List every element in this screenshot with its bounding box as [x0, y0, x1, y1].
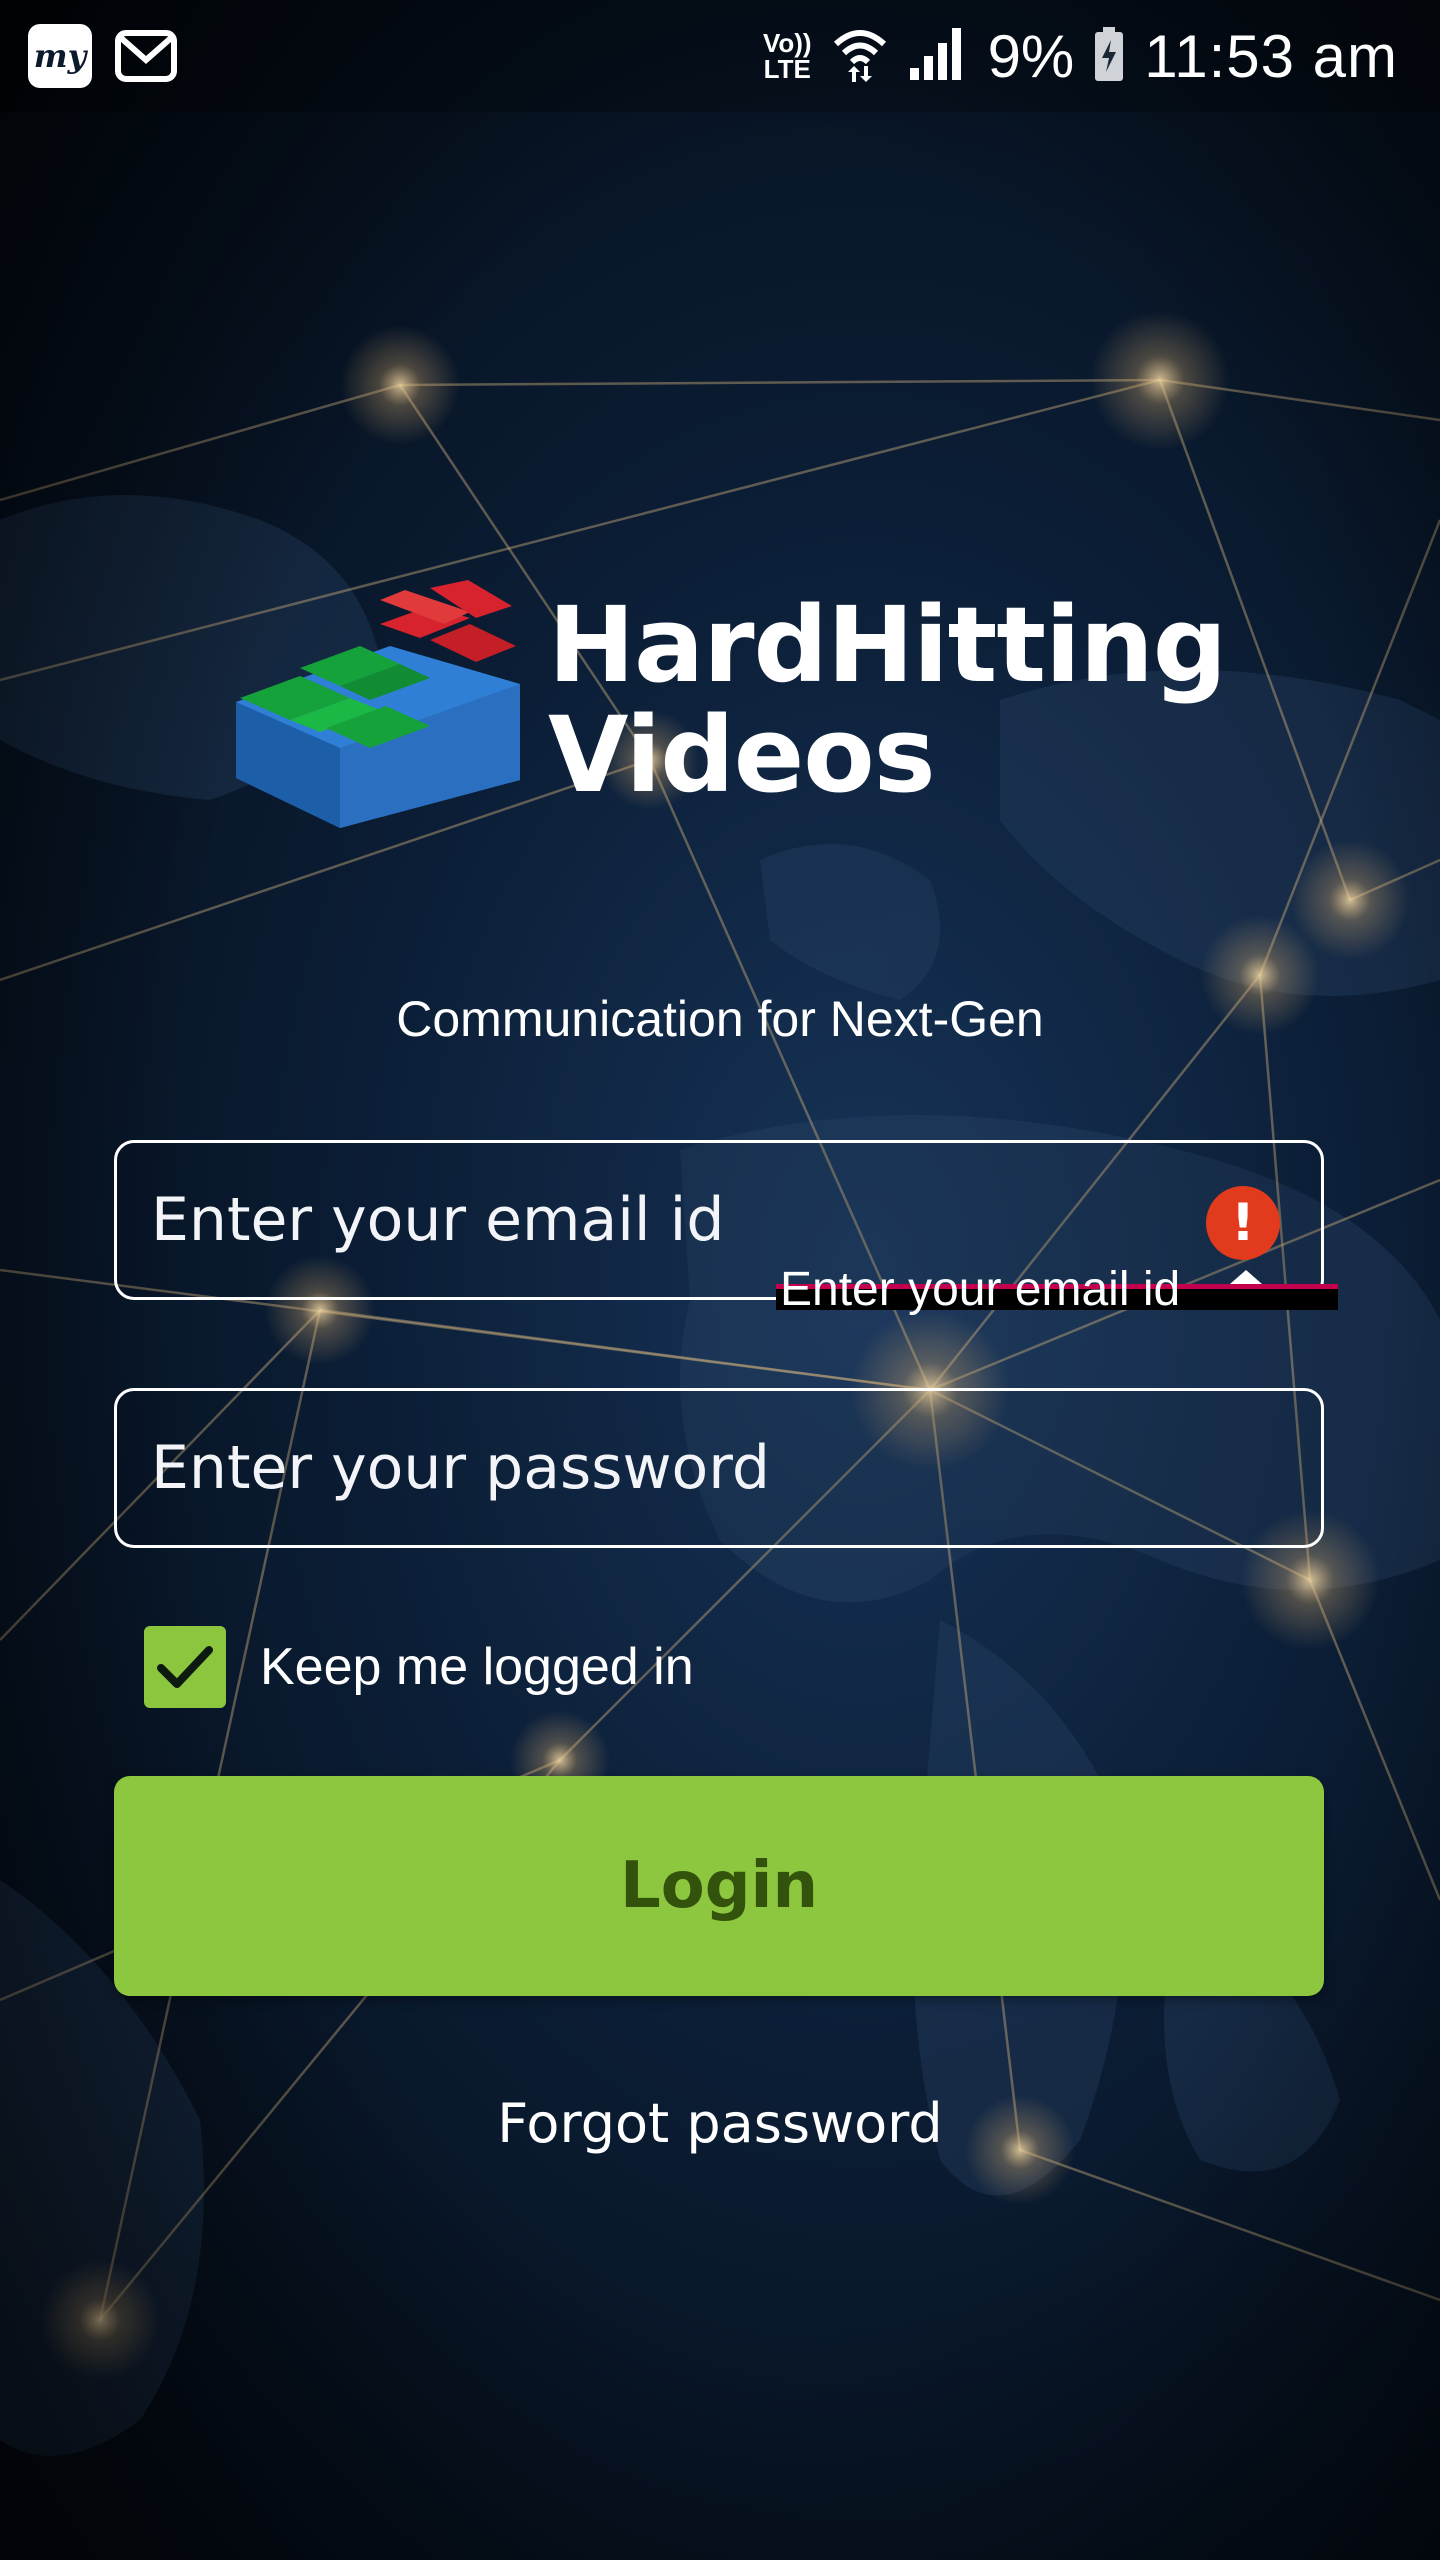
logo-line-2: Videos: [548, 694, 936, 816]
signal-strength-icon: [908, 26, 968, 87]
tagline: Communication for Next-Gen: [396, 991, 1044, 1047]
mytrip-app-icon: my: [28, 24, 92, 88]
wifi-icon: [832, 24, 888, 89]
checkmark-icon: [157, 1646, 213, 1688]
forgot-password-link[interactable]: Forgot password: [0, 2092, 1440, 2155]
password-field-container: [114, 1388, 1324, 1548]
login-button[interactable]: Login: [114, 1776, 1324, 1996]
lte-label: LTE: [763, 54, 811, 84]
battery-charging-icon: [1094, 26, 1124, 87]
email-error-message: Enter your email id: [780, 1263, 1181, 1316]
status-bar-system-icons: Vo)) LTE 9% 11:53 am: [763, 18, 1398, 94]
battery-percent: 9%: [987, 22, 1075, 90]
keep-logged-in-checkbox[interactable]: [144, 1626, 226, 1708]
status-bar-notifications: my: [28, 24, 178, 88]
tooltip-arrow: [1230, 1270, 1262, 1284]
mail-icon: [114, 24, 178, 88]
volte-indicator: Vo)) LTE: [763, 30, 812, 82]
error-icon[interactable]: !: [1206, 1186, 1280, 1260]
keep-logged-in-row[interactable]: Keep me logged in: [144, 1626, 694, 1708]
keep-logged-in-label: Keep me logged in: [260, 1638, 694, 1696]
hardhitting-videos-logo: HardHitting Videos: [230, 580, 1227, 850]
cube-logo-mark: [236, 580, 520, 828]
volte-label: Vo)): [762, 28, 812, 58]
password-input[interactable]: [117, 1391, 1321, 1545]
status-bar: my Vo)) LTE 9% 11:53 am: [0, 0, 1440, 112]
logo-line-1: HardHitting: [548, 584, 1227, 706]
logo-wordmark: HardHitting Videos: [548, 584, 1227, 816]
clock: 11:53 am: [1144, 22, 1398, 90]
email-error-tooltip: Enter your email id: [776, 1262, 1338, 1316]
